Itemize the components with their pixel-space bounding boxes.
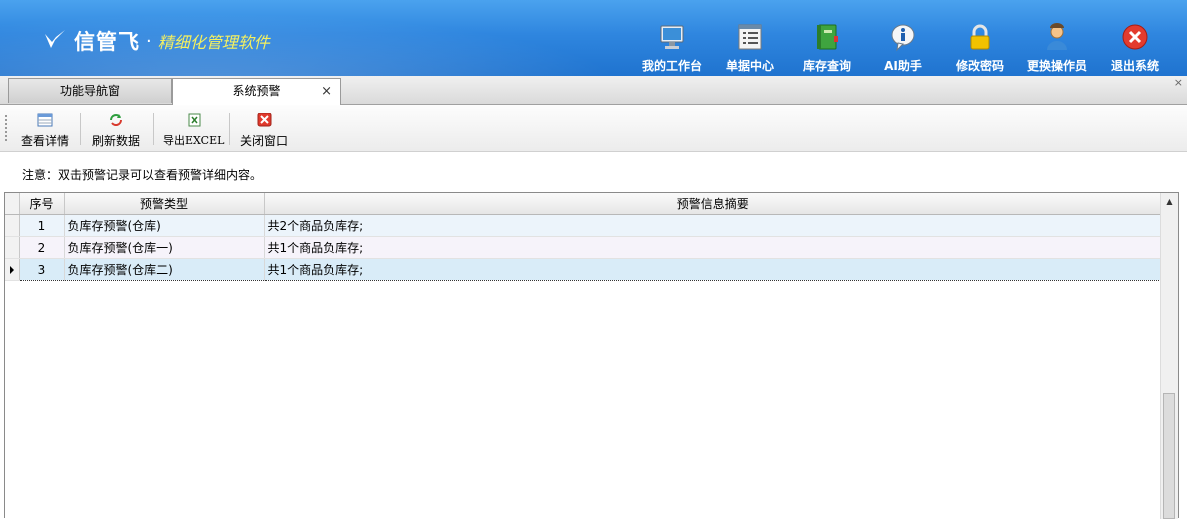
nav-label: 我的工作台 <box>641 59 702 73</box>
nav-my-workbench[interactable]: 我的工作台 <box>637 22 707 74</box>
column-header-type[interactable]: 预警类型 <box>64 193 265 215</box>
nav-label: 单据中心 <box>725 59 774 73</box>
nav-document-center[interactable]: 单据中心 <box>715 22 785 74</box>
column-header-summary[interactable]: 预警信息摘要 <box>264 193 1162 215</box>
toolbar-label: 查看详情 <box>21 134 70 148</box>
row-selector-header <box>5 193 20 215</box>
monitor-icon <box>660 25 684 49</box>
alerts-table: 序号 预警类型 预警信息摘要 1 负库存预警(仓库) 共2个商品负库存; 2 负… <box>5 193 1162 281</box>
current-row-arrow-icon <box>9 265 14 274</box>
scroll-up-icon[interactable]: ▲ <box>1161 193 1178 210</box>
refresh-icon <box>110 114 122 126</box>
cell-no: 1 <box>19 214 65 237</box>
window-close-icon[interactable]: × <box>1174 76 1183 89</box>
tab-function-navigator[interactable]: 功能导航窗 <box>8 78 172 103</box>
user-icon <box>1047 23 1067 50</box>
tab-bar: 功能导航窗 系统预警 × × <box>0 76 1187 105</box>
close-circle-icon <box>1122 24 1148 50</box>
nav-label: 退出系统 <box>1110 59 1159 73</box>
table-row[interactable]: 2 负库存预警(仓库一) 共1个商品负库存; <box>5 236 1162 259</box>
excel-export-icon <box>188 113 201 127</box>
row-selector[interactable] <box>5 258 20 281</box>
column-header-no[interactable]: 序号 <box>19 193 65 215</box>
table-row[interactable]: 1 负库存预警(仓库) 共2个商品负库存; <box>5 214 1162 237</box>
tab-label: 系统预警 <box>232 84 281 98</box>
nav-label: 库存查询 <box>802 59 851 73</box>
toolbar: 查看详情 刷新数据 导出EXCEL 关闭窗口 <box>0 105 1187 152</box>
export-excel-button[interactable]: 导出EXCEL <box>163 113 224 148</box>
nav-exit-system[interactable]: 退出系统 <box>1100 22 1170 74</box>
toolbar-label: 导出EXCEL <box>163 134 225 147</box>
cell-summary: 共1个商品负库存; <box>264 236 1162 259</box>
table-row-selected[interactable]: 3 负库存预警(仓库二) 共1个商品负库存; <box>5 258 1162 281</box>
grid-header-row: 序号 预警类型 预警信息摘要 <box>5 193 1162 215</box>
nav-label: AI助手 <box>884 59 922 73</box>
cell-no: 2 <box>19 236 65 259</box>
toolbar-grip <box>5 115 7 143</box>
scrollbar-thumb[interactable] <box>1163 393 1175 519</box>
row-selector[interactable] <box>5 236 20 259</box>
brand-name: 信管飞 <box>74 30 140 54</box>
close-window-button[interactable]: 关闭窗口 <box>240 112 289 149</box>
vertical-scrollbar[interactable]: ▲ <box>1160 193 1178 519</box>
info-bubble-icon <box>891 24 915 52</box>
tab-close-icon[interactable]: × <box>321 79 332 104</box>
nav-switch-operator[interactable]: 更换操作员 <box>1022 22 1092 74</box>
document-list-icon <box>738 24 762 50</box>
alerts-grid: 序号 预警类型 预警信息摘要 1 负库存预警(仓库) 共2个商品负库存; 2 负… <box>4 192 1179 519</box>
toolbar-label: 关闭窗口 <box>240 134 289 148</box>
brand-separator: · <box>146 30 152 52</box>
row-selector[interactable] <box>5 214 20 237</box>
toolbar-separator <box>80 113 81 145</box>
view-detail-button[interactable]: 查看详情 <box>21 113 69 149</box>
inventory-book-icon <box>817 24 838 50</box>
cell-summary: 共2个商品负库存; <box>264 214 1162 237</box>
close-window-icon <box>257 112 272 127</box>
tab-label: 功能导航窗 <box>59 84 120 98</box>
logo-icon <box>45 30 65 48</box>
lock-icon <box>970 24 990 50</box>
tab-system-alerts[interactable]: 系统预警 × <box>172 78 341 105</box>
nav-inventory-query[interactable]: 库存查询 <box>792 22 862 74</box>
nav-change-password[interactable]: 修改密码 <box>945 22 1015 74</box>
cell-type: 负库存预警(仓库二) <box>64 258 265 281</box>
nav-label: 更换操作员 <box>1026 59 1087 73</box>
notice-text: 注意：双击预警记录可以查看预警详细内容。 <box>22 168 263 182</box>
brand-slogan: 精细化管理软件 <box>157 33 270 52</box>
cell-summary: 共1个商品负库存; <box>264 258 1162 281</box>
toolbar-label: 刷新数据 <box>92 134 141 148</box>
nav-ai-assistant[interactable]: AI助手 <box>868 22 938 74</box>
cell-type: 负库存预警(仓库) <box>64 214 265 237</box>
cell-type: 负库存预警(仓库一) <box>64 236 265 259</box>
app-header: 信管飞 · 精细化管理软件 我的工作台 单据中心 库存查询 AI助手 修改密码 … <box>0 0 1187 76</box>
cell-no: 3 <box>19 258 65 281</box>
toolbar-separator <box>229 113 230 145</box>
app-logo: 信管飞 · 精细化管理软件 <box>42 26 270 56</box>
toolbar-separator <box>153 113 154 145</box>
refresh-data-button[interactable]: 刷新数据 <box>92 113 140 149</box>
nav-label: 修改密码 <box>955 59 1004 73</box>
table-view-icon <box>37 113 53 127</box>
